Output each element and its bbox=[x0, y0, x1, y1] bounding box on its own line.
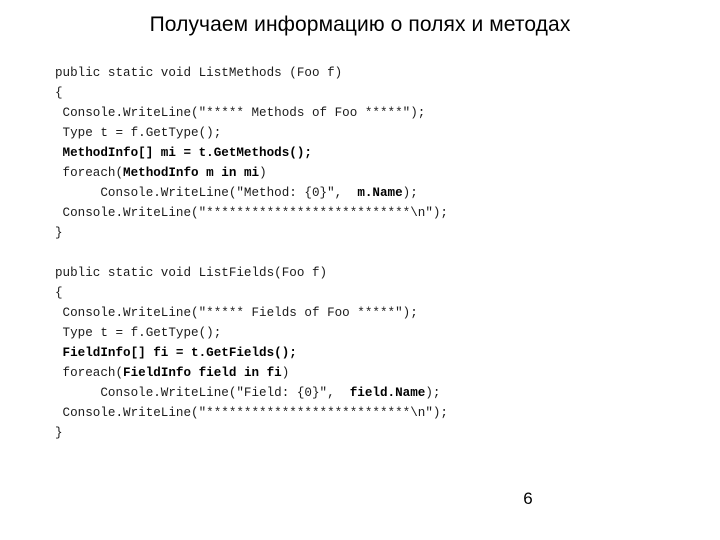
code-line: Console.WriteLine("***** Fields of Foo *… bbox=[55, 303, 675, 323]
code-token: Console.WriteLine("*********************… bbox=[55, 406, 448, 420]
code-line: MethodInfo[] mi = t.GetMethods(); bbox=[55, 143, 675, 163]
page-title: Получаем информацию о полях и методах bbox=[149, 13, 571, 36]
code-line: Console.WriteLine("***** Methods of Foo … bbox=[55, 103, 675, 123]
code-line: Console.WriteLine("*********************… bbox=[55, 203, 675, 223]
code-line: foreach(FieldInfo field in fi) bbox=[55, 363, 675, 383]
code-line: Console.WriteLine("*********************… bbox=[55, 403, 675, 423]
code-token: ); bbox=[402, 186, 418, 200]
slide-canvas: Получаем информацию о полях и методах pu… bbox=[0, 0, 720, 540]
code-line: Type t = f.GetType(); bbox=[55, 123, 675, 143]
code-token: ); bbox=[425, 386, 441, 400]
code-listing: public static void ListMethods (Foo f){ … bbox=[55, 63, 675, 443]
code-token: { bbox=[55, 286, 63, 300]
code-token: Console.WriteLine("***** Methods of Foo … bbox=[55, 106, 426, 120]
code-block-spacer bbox=[55, 243, 675, 263]
code-token-bold: FieldInfo[] fi = t.GetFields(); bbox=[55, 346, 297, 360]
code-token: foreach( bbox=[55, 366, 124, 380]
code-token: Console.WriteLine("Method: {0}", bbox=[55, 186, 358, 200]
code-line: foreach(MethodInfo m in mi) bbox=[55, 163, 675, 183]
code-line: } bbox=[55, 223, 675, 243]
code-token: Console.WriteLine("Field: {0}", bbox=[55, 386, 350, 400]
code-token-bold: m.Name bbox=[357, 186, 403, 200]
code-token: foreach( bbox=[55, 166, 124, 180]
code-token: ) bbox=[281, 366, 290, 380]
code-line: } bbox=[55, 423, 675, 443]
code-line: Console.WriteLine("Method: {0}", m.Name)… bbox=[55, 183, 675, 203]
code-line: FieldInfo[] fi = t.GetFields(); bbox=[55, 343, 675, 363]
code-token-bold: MethodInfo m in mi bbox=[123, 166, 260, 180]
code-token: { bbox=[55, 86, 63, 100]
code-token: ) bbox=[259, 166, 267, 180]
code-line bbox=[55, 243, 675, 263]
code-token: Type t = f.GetType(); bbox=[55, 126, 222, 140]
code-token-bold: field.Name bbox=[349, 386, 426, 400]
code-token-bold: MethodInfo[] mi = t.GetMethods(); bbox=[55, 146, 312, 160]
code-token: Console.WriteLine("***** Fields of Foo *… bbox=[55, 306, 418, 320]
code-token: } bbox=[55, 226, 63, 240]
code-token: } bbox=[55, 426, 63, 440]
code-token: public static void ListFields(Foo f) bbox=[55, 266, 328, 280]
code-line: Type t = f.GetType(); bbox=[55, 323, 675, 343]
code-block-list-methods: public static void ListMethods (Foo f){ … bbox=[55, 63, 675, 243]
code-block-list-fields: public static void ListFields(Foo f) { Co… bbox=[55, 263, 675, 443]
code-line: { bbox=[55, 283, 675, 303]
code-line: { bbox=[55, 83, 675, 103]
code-line: Console.WriteLine("Field: {0}", field.Na… bbox=[55, 383, 675, 403]
code-token-bold: FieldInfo field in fi bbox=[123, 366, 282, 380]
code-token: Console.WriteLine("*********************… bbox=[55, 206, 448, 220]
code-line: public static void ListMethods (Foo f) bbox=[55, 63, 675, 83]
code-token: public static void ListMethods (Foo f) bbox=[55, 66, 343, 80]
code-line: public static void ListFields(Foo f) bbox=[55, 263, 675, 283]
page-number: 6 bbox=[523, 489, 533, 508]
code-token: Type t = f.GetType(); bbox=[55, 326, 222, 340]
